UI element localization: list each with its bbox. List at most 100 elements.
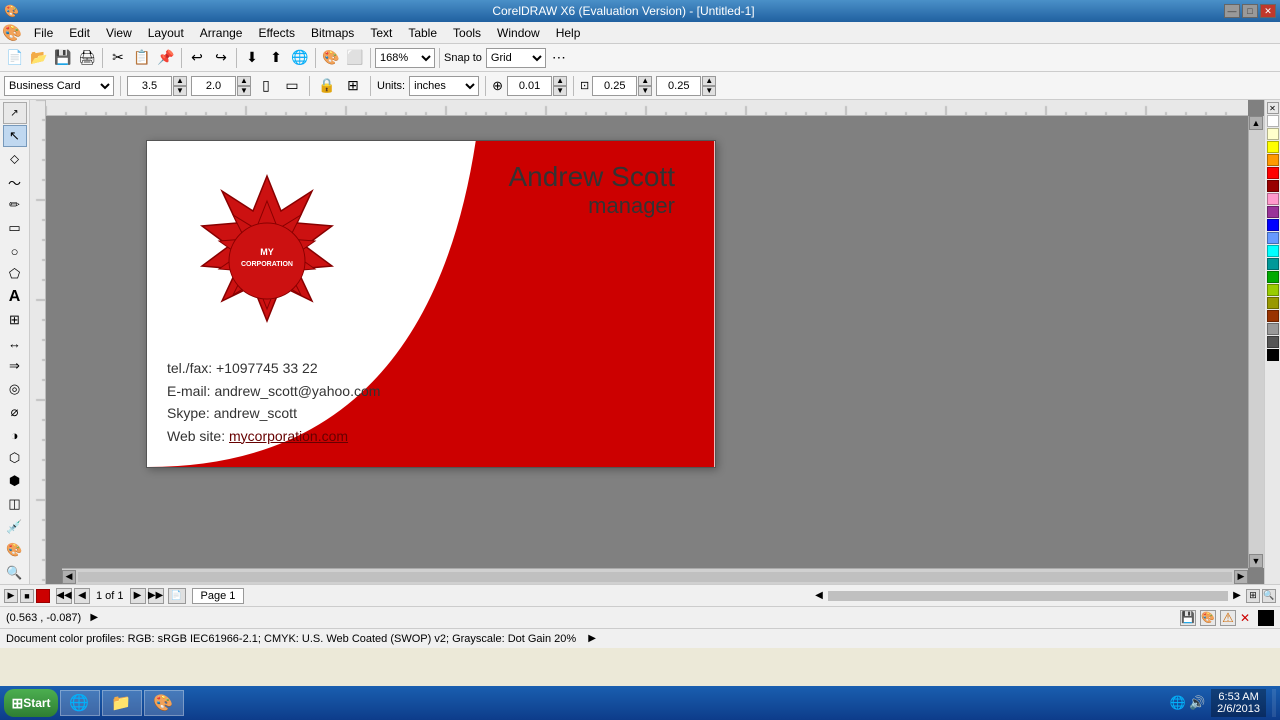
color-white[interactable]	[1267, 115, 1279, 127]
record-btn[interactable]	[36, 589, 50, 603]
taskbar-app3[interactable]: 🎨	[144, 690, 184, 716]
width-up[interactable]: ▲	[173, 76, 187, 86]
scroll-right-btn[interactable]: ▶	[1234, 570, 1248, 584]
save-indicator[interactable]: 💾	[1180, 610, 1196, 626]
color-lightblue[interactable]	[1267, 232, 1279, 244]
landscape-button[interactable]: ▭	[281, 75, 303, 97]
distort-btn[interactable]: ⌀	[3, 401, 27, 423]
tray-network-icon[interactable]: 🌐	[1170, 695, 1186, 711]
freehand-btn[interactable]: 〜	[3, 171, 27, 193]
cut-button[interactable]: ✂	[107, 47, 129, 69]
add-page-btn[interactable]: 📄	[168, 588, 186, 604]
warning-btn[interactable]: ⚠	[1220, 610, 1236, 626]
color-lightyellow[interactable]	[1267, 128, 1279, 140]
menu-bitmaps[interactable]: Bitmaps	[303, 22, 362, 44]
resize-button[interactable]: ⊞	[342, 75, 364, 97]
open-button[interactable]: 📂	[28, 47, 50, 69]
scroll-left-btn[interactable]: ◀	[62, 570, 76, 584]
fill-interactive-btn[interactable]: 🎨	[3, 539, 27, 561]
page-scroll-left[interactable]: ◀	[812, 589, 826, 603]
height-input[interactable]	[191, 76, 236, 96]
color-cyan[interactable]	[1267, 245, 1279, 257]
scroll-up-btn[interactable]: ▲	[1249, 116, 1263, 130]
color-red[interactable]	[1267, 167, 1279, 179]
undo-button[interactable]: ↩	[186, 47, 208, 69]
color-green[interactable]	[1267, 271, 1279, 283]
minimize-button[interactable]: —	[1224, 4, 1240, 18]
lock-button[interactable]: 🔒	[316, 75, 338, 97]
snap-options-button[interactable]: ⋯	[548, 47, 570, 69]
color-teal[interactable]	[1267, 258, 1279, 270]
blend-btn[interactable]: ⇒	[3, 355, 27, 377]
business-card[interactable]: MY CORPORATION Andrew Scott manager tel.…	[146, 140, 716, 468]
color-purple[interactable]	[1267, 206, 1279, 218]
offset-x-up[interactable]: ▲	[638, 76, 652, 86]
export-button[interactable]: ⬆	[265, 47, 287, 69]
menu-text[interactable]: Text	[362, 22, 400, 44]
color-lightgreen[interactable]	[1267, 284, 1279, 296]
play-btn[interactable]: ▶	[4, 589, 18, 603]
maximize-button[interactable]: □	[1242, 4, 1258, 18]
height-down[interactable]: ▼	[237, 86, 251, 96]
outline-button[interactable]: ⬜	[344, 47, 366, 69]
clock-area[interactable]: 6:53 AM 2/6/2013	[1211, 689, 1266, 717]
stop-btn[interactable]: ■	[20, 589, 34, 603]
color-darkgray[interactable]	[1267, 336, 1279, 348]
print-button[interactable]: 🖨	[76, 47, 98, 69]
canvas-area[interactable]: MY CORPORATION Andrew Scott manager tel.…	[46, 100, 1264, 584]
zoom-to-fit-btn[interactable]: ⊞	[1246, 589, 1260, 603]
menu-tools[interactable]: Tools	[445, 22, 489, 44]
width-input[interactable]	[127, 76, 172, 96]
menu-table[interactable]: Table	[400, 22, 445, 44]
offset-x-down[interactable]: ▼	[638, 86, 652, 96]
color-olive[interactable]	[1267, 297, 1279, 309]
taskbar-ie[interactable]: 🌐	[60, 690, 100, 716]
page1-tab[interactable]: Page 1	[192, 588, 245, 604]
color-pink[interactable]	[1267, 193, 1279, 205]
transparency-btn[interactable]: ◫	[3, 493, 27, 515]
first-page-btn[interactable]: ◀◀	[56, 588, 72, 604]
zoom-select[interactable]: 168% 100% 200%	[375, 48, 435, 68]
text-btn[interactable]: A	[3, 286, 27, 308]
nudge-input[interactable]	[507, 76, 552, 96]
close-status-btn[interactable]: ✕	[1240, 611, 1254, 625]
taskbar-explorer[interactable]: 📁	[102, 690, 142, 716]
color-black[interactable]	[1267, 349, 1279, 361]
snap-select[interactable]: Grid Page	[486, 48, 546, 68]
color-darkred[interactable]	[1267, 180, 1279, 192]
zoom-btn[interactable]: 🔍	[3, 562, 27, 584]
next-page-btn[interactable]: ▶	[130, 588, 146, 604]
width-down[interactable]: ▼	[173, 86, 187, 96]
contour-btn[interactable]: ◎	[3, 378, 27, 400]
table-btn[interactable]: ⊞	[3, 309, 27, 331]
menu-layout[interactable]: Layout	[140, 22, 192, 44]
prev-page-btn[interactable]: ◀	[74, 588, 90, 604]
menu-window[interactable]: Window	[489, 22, 548, 44]
select-tool-btn[interactable]: ↖	[3, 125, 27, 147]
show-desktop-btn[interactable]	[1272, 689, 1276, 717]
rectangle-btn[interactable]: ▭	[3, 217, 27, 239]
copy-button[interactable]: 📋	[131, 47, 153, 69]
menu-arrange[interactable]: Arrange	[192, 22, 251, 44]
scroll-down-btn[interactable]: ▼	[1249, 554, 1263, 568]
no-color-swatch[interactable]: ✕	[1267, 102, 1279, 114]
color-orange[interactable]	[1267, 154, 1279, 166]
offset-y-up[interactable]: ▲	[702, 76, 716, 86]
color-yellow[interactable]	[1267, 141, 1279, 153]
black-swatch[interactable]	[1258, 610, 1274, 626]
scrollbar-bottom[interactable]: ◀ ▶	[62, 568, 1248, 584]
save-button[interactable]: 💾	[52, 47, 74, 69]
color-blue[interactable]	[1267, 219, 1279, 231]
preset-select[interactable]: Business Card	[4, 76, 114, 96]
menu-view[interactable]: View	[98, 22, 140, 44]
fill-button[interactable]: 🎨	[320, 47, 342, 69]
color-brown[interactable]	[1267, 310, 1279, 322]
last-page-btn[interactable]: ▶▶	[148, 588, 164, 604]
nudge-up[interactable]: ▲	[553, 76, 567, 86]
menu-file[interactable]: File	[26, 22, 61, 44]
menu-help[interactable]: Help	[548, 22, 589, 44]
smart-draw-btn[interactable]: ✏	[3, 194, 27, 216]
shadow-btn[interactable]: ◑	[3, 424, 27, 446]
menu-edit[interactable]: Edit	[61, 22, 98, 44]
shape-edit-btn[interactable]: ⬦	[3, 148, 27, 170]
